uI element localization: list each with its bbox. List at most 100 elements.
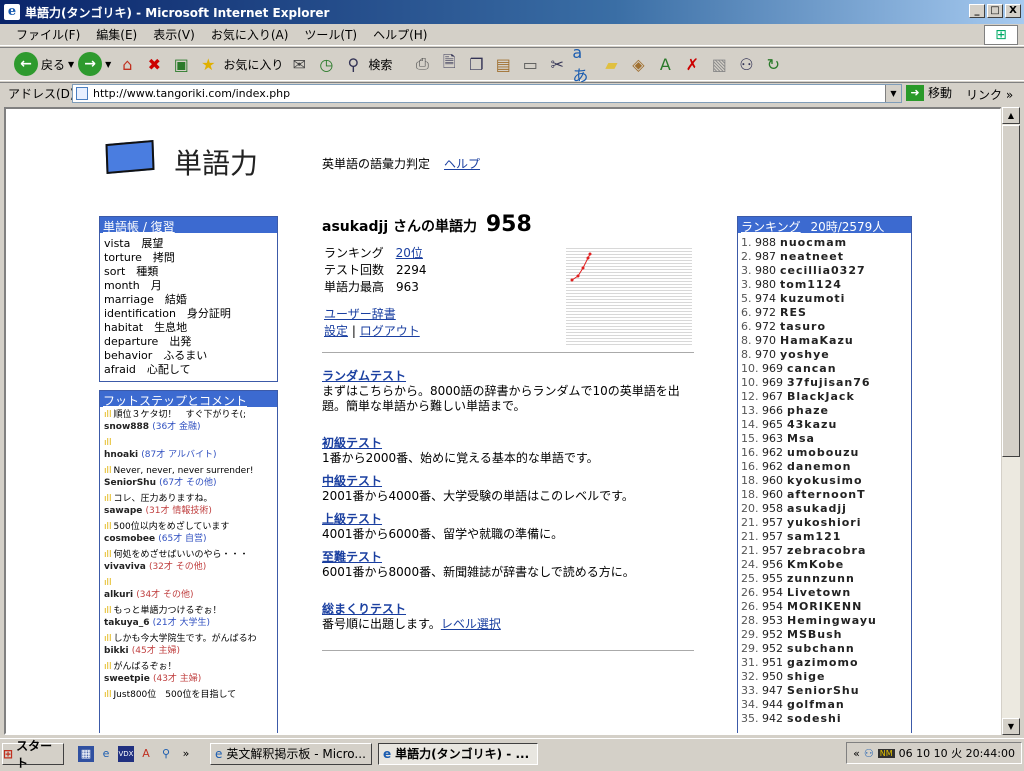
ranking-row[interactable]: 24. 956 KmKobe	[738, 558, 911, 572]
delete-icon[interactable]: ✗	[680, 52, 704, 76]
ql-more-icon[interactable]: »	[178, 746, 194, 762]
ranking-row[interactable]: 32. 950 shige	[738, 670, 911, 684]
advanced-test-link[interactable]: 上級テスト	[322, 512, 382, 526]
mail-icon[interactable]: ✉	[287, 52, 311, 76]
ranking-row[interactable]: 28. 953 Hemingwayu	[738, 614, 911, 628]
footstep-user[interactable]: hnoaki (87才 アルバイト)	[104, 449, 273, 461]
sync-icon[interactable]: ↻	[761, 52, 785, 76]
home-icon[interactable]: ⌂	[115, 52, 139, 76]
wordbook-row[interactable]: sort 種類	[100, 265, 277, 279]
footsteps-header[interactable]: フットステップとコメント	[100, 391, 277, 408]
ranking-row[interactable]: 35. 942 sodeshi	[738, 712, 911, 726]
start-button[interactable]: ⊞ スタート	[2, 739, 64, 770]
ranking-row[interactable]: 3. 980 tom1124	[738, 278, 911, 292]
ranking-row[interactable]: 2. 987 neatneet	[738, 250, 911, 264]
forward-dropdown-icon[interactable]: ▼	[105, 60, 111, 69]
cut-icon[interactable]: ✂	[545, 52, 569, 76]
box-icon[interactable]: ◈	[626, 52, 650, 76]
translate-icon[interactable]: aあ	[572, 43, 596, 85]
go-button[interactable]: ➜ 移動	[906, 84, 952, 101]
forward-button[interactable]: → ▼	[78, 52, 111, 76]
scroll-up-icon[interactable]: ▲	[1002, 107, 1020, 124]
task-tangoriki[interactable]: e 単語力(タンゴリキ) - ...	[378, 742, 538, 765]
note-icon[interactable]: ▰	[599, 52, 623, 76]
tray-nm-icon[interactable]: NM	[877, 748, 895, 758]
beginner-test-link[interactable]: 初級テスト	[322, 436, 382, 450]
preview-icon[interactable]: 🗎	[437, 52, 461, 76]
ql-vdx-icon[interactable]: VDX	[118, 745, 134, 762]
ranking-link[interactable]: ランキング	[741, 220, 801, 234]
ranking-row[interactable]: 8. 970 yoshye	[738, 348, 911, 362]
footstep-user[interactable]: sawape (31才 情報技術)	[104, 505, 273, 517]
favorites-star-icon[interactable]: ★	[196, 52, 220, 76]
footstep-user[interactable]: vivaviva (32才 その他)	[104, 561, 273, 573]
ranking-row[interactable]: 5. 974 kuzumoti	[738, 292, 911, 306]
history-icon[interactable]: ◷	[314, 52, 338, 76]
refresh-icon[interactable]: ▣	[169, 52, 193, 76]
ql-acrobat-icon[interactable]: A	[138, 746, 154, 762]
menu-tools[interactable]: ツール(T)	[296, 26, 365, 43]
wordbook-row[interactable]: behavior ふるまい	[100, 349, 277, 363]
print-icon[interactable]: ⎙	[410, 52, 434, 76]
footstep-user[interactable]: sweetpie (43才 主婦)	[104, 673, 273, 685]
ranking-row[interactable]: 16. 962 danemon	[738, 460, 911, 474]
scroll-down-icon[interactable]: ▼	[1002, 718, 1020, 735]
ranking-row[interactable]: 33. 947 SeniorShu	[738, 684, 911, 698]
ranking-row[interactable]: 10. 969 37fujisan76	[738, 376, 911, 390]
scroll-thumb[interactable]	[1002, 125, 1020, 457]
level-select-link[interactable]: レベル選択	[441, 617, 501, 631]
ranking-row[interactable]: 21. 957 yukoshiori	[738, 516, 911, 530]
menu-edit[interactable]: 編集(E)	[88, 26, 145, 43]
ranking-row[interactable]: 1. 988 nuocmam	[738, 236, 911, 250]
ranking-row[interactable]: 29. 952 subchann	[738, 642, 911, 656]
logout-link[interactable]: ログアウト	[360, 324, 420, 338]
ranking-row[interactable]: 6. 972 RES	[738, 306, 911, 320]
stop-icon[interactable]: ✖	[142, 52, 166, 76]
address-input[interactable]: http://www.tangoriki.com/index.php ▼	[72, 84, 902, 103]
copy-icon[interactable]: ❐	[464, 52, 488, 76]
ranking-row[interactable]: 21. 957 sam121	[738, 530, 911, 544]
footstep-user[interactable]: takuya_6 (21才 大学生)	[104, 617, 273, 629]
wordbook-row[interactable]: afraid 心配して	[100, 363, 277, 377]
footstep-user[interactable]: bikki (45才 主婦)	[104, 645, 273, 657]
menu-favorites[interactable]: お気に入り(A)	[203, 26, 297, 43]
intermediate-test-link[interactable]: 中級テスト	[322, 474, 382, 488]
footstep-user[interactable]: snow888 (36才 金融)	[104, 421, 273, 433]
ranking-row[interactable]: 25. 955 zunnzunn	[738, 572, 911, 586]
ql-search-icon[interactable]: ⚲	[158, 746, 174, 762]
wordbook-row[interactable]: torture 拷問	[100, 251, 277, 265]
ranking-row[interactable]: 6. 972 tasuro	[738, 320, 911, 334]
users-icon[interactable]: ⚇	[734, 52, 758, 76]
ranking-row[interactable]: 16. 962 umobouzu	[738, 446, 911, 460]
paste-icon[interactable]: ▤	[491, 52, 515, 76]
search-button[interactable]: ⚲ 検索	[341, 52, 392, 76]
ranking-row[interactable]: 29. 952 MSBush	[738, 628, 911, 642]
review-test-link[interactable]: 総まくりテスト	[322, 602, 406, 616]
cube-icon[interactable]: ▧	[707, 52, 731, 76]
font-icon[interactable]: A	[653, 52, 677, 76]
ranking-row[interactable]: 14. 965 43kazu	[738, 418, 911, 432]
random-test-link[interactable]: ランダムテスト	[322, 369, 406, 383]
ranking-row[interactable]: 3. 980 cecillia0327	[738, 264, 911, 278]
settings-link[interactable]: 設定	[324, 324, 348, 338]
favorites-button[interactable]: お気に入り	[223, 56, 283, 73]
menu-view[interactable]: 表示(V)	[145, 26, 203, 43]
ranking-row[interactable]: 34. 944 golfman	[738, 698, 911, 712]
menu-file[interactable]: ファイル(F)	[8, 26, 88, 43]
tray-collapse-icon[interactable]: «	[853, 747, 860, 760]
ranking-row[interactable]: 15. 963 Msa	[738, 432, 911, 446]
footstep-user[interactable]: SeniorShu (67才 その他)	[104, 477, 273, 489]
menu-help[interactable]: ヘルプ(H)	[365, 26, 435, 43]
address-dropdown-icon[interactable]: ▼	[885, 85, 901, 102]
ranking-row[interactable]: 8. 970 HamaKazu	[738, 334, 911, 348]
wordbook-row[interactable]: vista 展望	[100, 237, 277, 251]
wordbook-row[interactable]: habitat 生息地	[100, 321, 277, 335]
ranking-row[interactable]: 13. 966 phaze	[738, 404, 911, 418]
links-button[interactable]: リンク »	[966, 86, 1013, 103]
help-link[interactable]: ヘルプ	[444, 157, 480, 171]
footstep-user[interactable]: alkuri (34才 その他)	[104, 589, 273, 601]
maximize-button[interactable]: □	[987, 4, 1003, 18]
wordbook-row[interactable]: identification 身分証明	[100, 307, 277, 321]
ql-app-icon[interactable]: ▦	[78, 745, 94, 762]
ranking-row[interactable]: 10. 969 cancan	[738, 362, 911, 376]
